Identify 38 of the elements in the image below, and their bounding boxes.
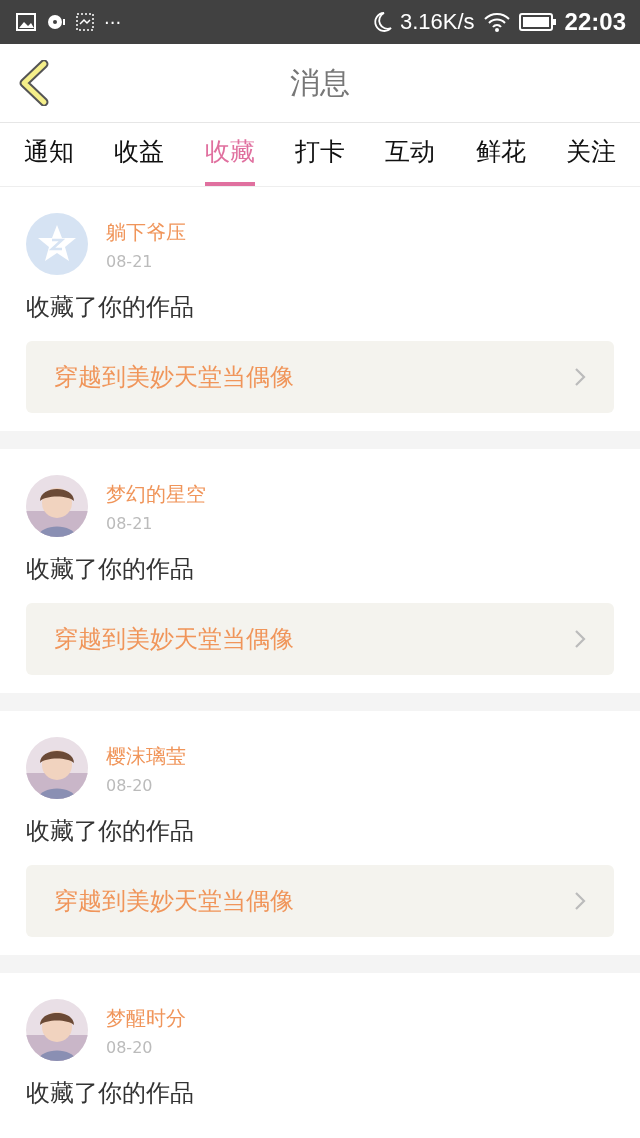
image-icon [16, 13, 36, 31]
tab[interactable]: 通知 [24, 123, 74, 186]
message-date: 08-20 [106, 776, 154, 795]
tab[interactable]: 互动 [385, 123, 436, 186]
tab[interactable]: 关注 [565, 123, 616, 186]
tab[interactable]: 打卡 [295, 123, 345, 186]
work-link[interactable]: 穿越到美妙天堂当偶像 [26, 865, 614, 937]
message-text: 收藏了你的作品 [26, 816, 195, 847]
battery-icon [518, 12, 557, 32]
message-text: 收藏了你的作品 [26, 292, 195, 323]
work-title: 穿越到美妙天堂当偶像 [54, 362, 294, 393]
chevron-right-icon [574, 629, 586, 649]
back-icon[interactable] [18, 60, 50, 106]
clock: 22:03 [564, 8, 626, 36]
work-title: 穿越到美妙天堂当偶像 [54, 624, 294, 655]
message-text: 收藏了你的作品 [26, 554, 195, 585]
message-text: 收藏了你的作品 [26, 1078, 195, 1109]
screenshot-icon [76, 13, 94, 31]
page-title: 消息 [290, 63, 350, 102]
message-date: 08-21 [106, 514, 154, 533]
tab[interactable]: 收益 [114, 123, 165, 186]
wifi-icon [482, 12, 511, 32]
chevron-right-icon [574, 367, 586, 387]
message-date: 08-21 [106, 252, 154, 271]
user-name[interactable]: 躺下爷压 [106, 219, 186, 246]
network-speed: 3.16K/s [400, 9, 475, 35]
moon-icon [372, 11, 392, 33]
user-name[interactable]: 梦幻的星空 [106, 481, 206, 508]
work-title: 穿越到美妙天堂当偶像 [54, 886, 294, 917]
work-link[interactable]: 穿越到美妙天堂当偶像 [26, 341, 614, 413]
tab[interactable]: 鲜花 [475, 123, 526, 186]
chevron-right-icon [574, 891, 586, 911]
work-link[interactable]: 穿越到美妙天堂当偶像 [26, 603, 614, 675]
user-name[interactable]: 梦醒时分 [106, 1005, 186, 1032]
user-name[interactable]: 樱沫璃莹 [106, 743, 186, 770]
default-avatar-icon [26, 213, 88, 275]
message-date: 08-20 [106, 1038, 154, 1057]
more-notifications: ··· [104, 11, 122, 33]
